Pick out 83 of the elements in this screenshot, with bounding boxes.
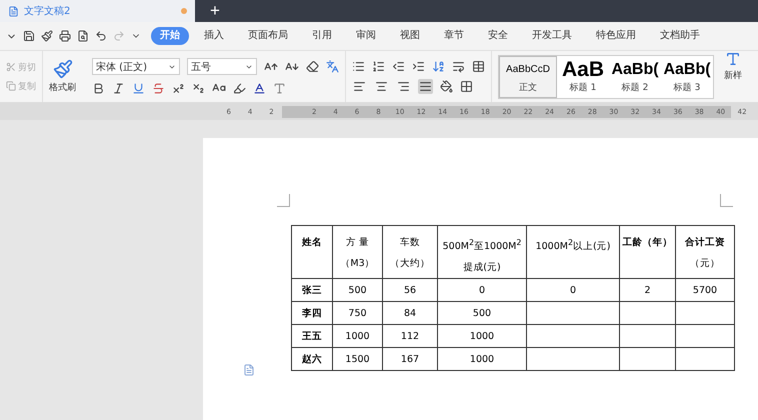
margin-corner [720, 194, 733, 207]
field-value: 宋体 (正文) [96, 60, 147, 74]
menu-tab[interactable]: 审阅 [347, 27, 385, 45]
table-cell: 750 [332, 302, 382, 325]
header-cell: 合计工资 （元） [676, 226, 734, 279]
preview-icon[interactable] [77, 30, 89, 42]
shading-icon[interactable] [440, 80, 453, 92]
menu-tab[interactable]: 开发工具 [523, 27, 581, 45]
printer-icon[interactable] [59, 30, 71, 42]
sort-icon[interactable] [432, 60, 445, 72]
paintbrush-icon[interactable] [41, 30, 53, 42]
strikethrough-icon[interactable] [152, 82, 165, 94]
eraser-icon[interactable] [306, 60, 319, 73]
table-cell: 0 [526, 278, 620, 302]
paintbrush-icon [52, 59, 72, 79]
header-cell: 500M$^{2}$至1000M$^{2}$ 提成(元) [438, 226, 526, 279]
new-style-button[interactable]: 新样 [720, 51, 746, 102]
character-shading-icon[interactable] [273, 82, 286, 94]
menu-tab[interactable]: 特色应用 [587, 27, 645, 45]
button-label: 新样 [724, 70, 742, 82]
format-painter-button[interactable]: 格式刷 [45, 59, 80, 94]
align-button[interactable] [418, 78, 433, 94]
menu-tab[interactable]: 插入 [195, 27, 233, 45]
header-cell: 姓名 [292, 226, 332, 279]
letter-icon [725, 51, 741, 67]
table-cell: 1000 [332, 324, 382, 348]
line-spacing-icon[interactable] [452, 60, 465, 72]
underline-icon[interactable] [132, 82, 145, 94]
scissors-icon [6, 62, 16, 72]
document-icon [8, 6, 19, 16]
margin-corner [277, 194, 290, 207]
style-option[interactable]: AaBbCcD 正文 [499, 56, 557, 98]
table-cell: 李四 [292, 302, 332, 325]
copy-icon [6, 81, 16, 91]
field-value: 五号 [191, 60, 211, 74]
new-tab-button[interactable]: + [200, 0, 230, 22]
table-cell: 500 [332, 278, 382, 302]
pinyin-icon[interactable] [326, 60, 339, 73]
table-cell: 2 [620, 278, 676, 302]
table-cell: 1500 [332, 348, 382, 371]
header-cell: 方 量 （M3） [332, 226, 382, 279]
superscript-icon[interactable] [172, 82, 185, 94]
menu-tab[interactable]: 页面布局 [239, 27, 297, 45]
save-icon[interactable] [23, 30, 35, 42]
bullet-list-icon[interactable] [352, 60, 365, 72]
table-cell: 0 [438, 278, 526, 302]
menu-tab[interactable]: 引用 [303, 27, 341, 45]
table-cell: 1000 [438, 324, 526, 348]
header-cell: 1000M$^{2}$以上(元) [526, 226, 620, 279]
italic-icon[interactable] [112, 82, 125, 94]
highlighter-icon[interactable] [233, 82, 246, 94]
font-size-field[interactable]: 五号 [187, 58, 257, 75]
button-label: 格式刷 [49, 82, 76, 94]
table-cell: 500 [438, 302, 526, 325]
increase-indent-icon[interactable] [412, 60, 425, 72]
menu-tab[interactable]: 文档助手 [651, 27, 709, 45]
button-label: 复制 [18, 80, 36, 92]
table-cell: 赵六 [292, 348, 332, 371]
table-cell: 84 [382, 302, 438, 325]
table-cell: 112 [382, 324, 438, 348]
subscript-icon[interactable] [192, 82, 205, 94]
table-cell: 56 [382, 278, 438, 302]
button-label: 剪切 [18, 62, 36, 74]
numbered-list-icon[interactable] [372, 60, 385, 72]
table-cell: 王五 [292, 324, 332, 348]
tab-title: 文字文稿2 [24, 4, 72, 18]
borders-icon[interactable] [460, 80, 473, 92]
table-cell: 1000 [438, 348, 526, 371]
decrease-indent-icon[interactable] [392, 60, 405, 72]
table-icon[interactable] [472, 60, 485, 72]
menu-tab[interactable]: 安全 [479, 27, 517, 45]
undo-icon[interactable] [95, 30, 107, 42]
document-tab[interactable]: 文字文稿2 [0, 0, 195, 22]
table-cell: 5700 [676, 278, 734, 302]
menu-tab[interactable]: 视图 [391, 27, 429, 45]
table-cell: 167 [382, 348, 438, 371]
header-cell: 车数 （大约） [382, 226, 438, 279]
table-cell: 张三 [292, 278, 332, 302]
font-color-icon[interactable] [253, 82, 266, 94]
bold-icon[interactable] [92, 82, 105, 94]
menu-tab[interactable]: 章节 [435, 27, 473, 45]
font-field[interactable]: 宋体 (正文) [92, 58, 180, 75]
header-cell: 工龄（年） [620, 226, 676, 279]
